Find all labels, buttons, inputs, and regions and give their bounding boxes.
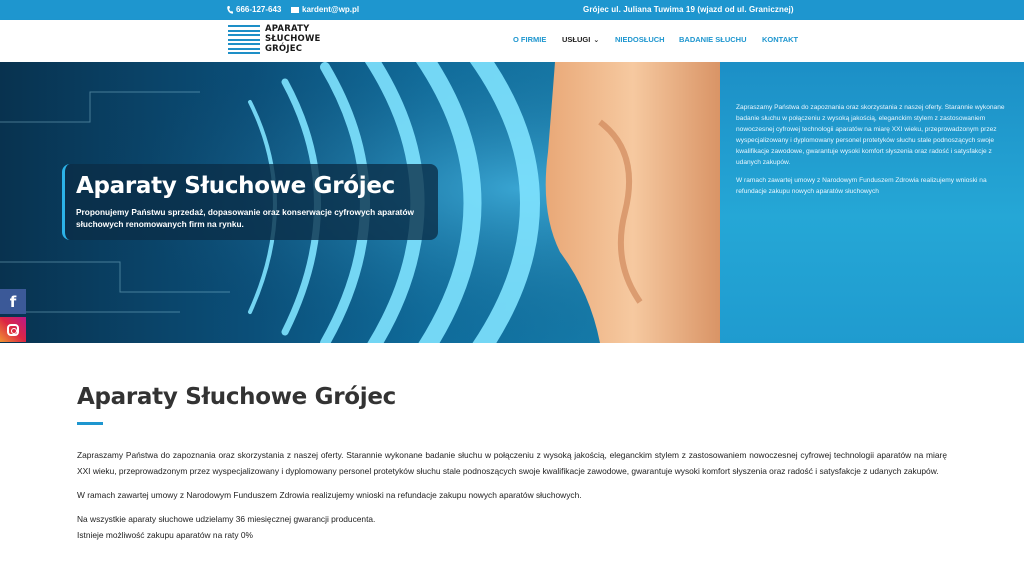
hero-side-paragraph-2: W ramach zawartej umowy z Narodowym Fund… [736,177,987,195]
phone-icon [227,5,233,14]
facebook-icon: f [9,292,17,311]
chevron-down-icon: ⌄ [593,36,600,44]
hero-side-paragraph-1: Zapraszamy Państwa do zapoznania oraz sk… [736,104,1005,166]
warranty-text: Na wszystkie aparaty słuchowe udzielamy … [77,514,376,524]
installments-text: Istnieje możliwość zakupu aparatów na ra… [77,530,253,540]
content-paragraph-3: Na wszystkie aparaty słuchowe udzielamy … [77,511,947,543]
site-logo[interactable]: APARATY SŁUCHOWE GRÓJEC [228,24,321,54]
nav-item-niedosluch[interactable]: NIEDOSŁUCH [615,35,665,44]
nav-item-o-firmie[interactable]: O FIRMIE [513,35,546,44]
address-text: Grójec ul. Juliana Tuwima 19 (wjazd od u… [583,5,794,14]
email-contact[interactable]: kardent@wp.pl [291,5,359,14]
logo-line-3: GRÓJEC [265,44,303,54]
page-title: Aparaty Słuchowe Grójec [77,384,397,410]
nav-item-badanie-sluchu[interactable]: BADANIE SŁUCHU [679,35,747,44]
content-paragraph-1: Zapraszamy Państwa do zapoznania oraz sk… [77,450,947,476]
hero-card: Aparaty Słuchowe Grójec Proponujemy Pańs… [62,164,438,240]
site-header: APARATY SŁUCHOWE GRÓJEC O FIRMIE USŁUGI ⌄… [0,20,1024,62]
hero-section: Aparaty Słuchowe Grójec Proponujemy Pańs… [0,62,1024,343]
hero-image: Aparaty Słuchowe Grójec Proponujemy Pańs… [0,62,720,343]
phone-contact[interactable]: 666-127-643 [227,5,281,14]
title-underline [77,422,103,425]
instagram-button[interactable] [0,317,26,342]
mail-icon [291,6,299,13]
facebook-button[interactable]: f [0,289,26,314]
hero-side-panel: Zapraszamy Państwa do zapoznania oraz sk… [720,62,1024,343]
email-address[interactable]: kardent@wp.pl [302,5,359,14]
logo-text: APARATY SŁUCHOWE GRÓJEC [265,24,321,54]
logo-mark [228,24,260,54]
main-content: Aparaty Słuchowe Grójec Zapraszamy Państ… [77,384,947,543]
nav-item-uslugi[interactable]: USŁUGI ⌄ [562,35,599,44]
top-bar: 666-127-643 kardent@wp.pl Grójec ul. Jul… [0,0,1024,20]
nav-item-kontakt[interactable]: KONTAKT [762,35,798,44]
hero-title: Aparaty Słuchowe Grójec [76,173,396,199]
phone-number[interactable]: 666-127-643 [236,5,281,14]
nav-item-uslugi-label: USŁUGI [562,35,591,44]
logo-line-1: APARATY [265,24,310,34]
instagram-icon [7,323,19,336]
content-paragraph-2: W ramach zawartej umowy z Narodowym Fund… [77,490,582,500]
hero-subtitle: Proponujemy Państwu sprzedaż, dopasowani… [76,207,414,229]
logo-line-2: SŁUCHOWE [265,34,321,44]
